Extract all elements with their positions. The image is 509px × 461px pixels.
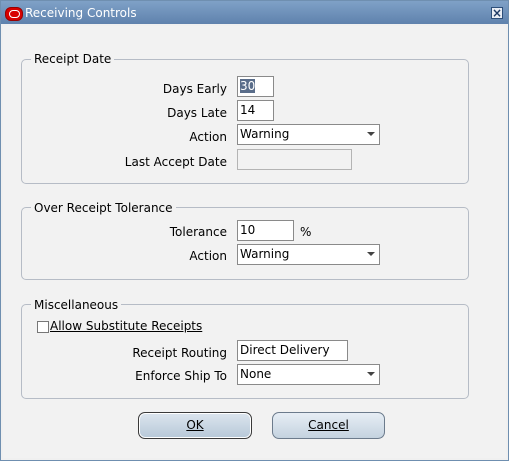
title-bar: Receiving Controls × — [1, 1, 508, 24]
miscellaneous-title: Miscellaneous — [31, 298, 122, 312]
cancel-button[interactable]: Cancel — [272, 412, 385, 439]
enforce-ship-to-select[interactable]: None — [237, 364, 380, 385]
last-accept-date-label: Last Accept Date — [124, 155, 227, 169]
receiving-controls-dialog: Receiving Controls × Receipt Date Days E… — [0, 0, 509, 461]
oracle-logo-icon — [5, 7, 23, 21]
close-icon[interactable]: × — [491, 7, 503, 19]
allow-substitute-receipts-checkbox[interactable] — [37, 321, 49, 333]
chevron-down-icon[interactable] — [367, 252, 375, 256]
days-late-field[interactable]: 14 — [237, 100, 274, 121]
percent-unit: % — [300, 225, 312, 239]
tolerance-field[interactable]: 10 — [237, 220, 294, 241]
window-title: Receiving Controls — [25, 6, 137, 20]
days-late-label: Days Late — [167, 106, 227, 120]
receipt-date-action-label: Action — [189, 130, 227, 144]
ok-button[interactable]: OK — [138, 412, 252, 439]
receipt-routing-label: Receipt Routing — [132, 346, 227, 360]
days-early-field[interactable]: 30 — [237, 76, 274, 97]
receipt-routing-field[interactable]: Direct Delivery — [237, 340, 348, 361]
tolerance-action-select[interactable]: Warning — [237, 244, 380, 265]
last-accept-date-field — [237, 149, 352, 170]
enforce-ship-to-label: Enforce Ship To — [135, 369, 227, 383]
allow-substitute-receipts-label[interactable]: Allow Substitute Receipts — [50, 319, 202, 333]
dialog-content: Receipt Date Days Early 30 Days Late 14 … — [3, 26, 506, 458]
tolerance-action-label: Action — [189, 249, 227, 263]
days-early-label: Days Early — [162, 82, 227, 96]
enforce-ship-to-value: None — [240, 367, 272, 381]
chevron-down-icon[interactable] — [367, 372, 375, 376]
tolerance-label: Tolerance — [169, 225, 227, 239]
receipt-date-action-select[interactable]: Warning — [237, 124, 380, 145]
receipt-date-action-value: Warning — [240, 127, 290, 141]
receipt-date-title: Receipt Date — [31, 52, 115, 66]
over-receipt-tolerance-title: Over Receipt Tolerance — [31, 201, 176, 215]
tolerance-action-value: Warning — [240, 247, 290, 261]
chevron-down-icon[interactable] — [367, 132, 375, 136]
